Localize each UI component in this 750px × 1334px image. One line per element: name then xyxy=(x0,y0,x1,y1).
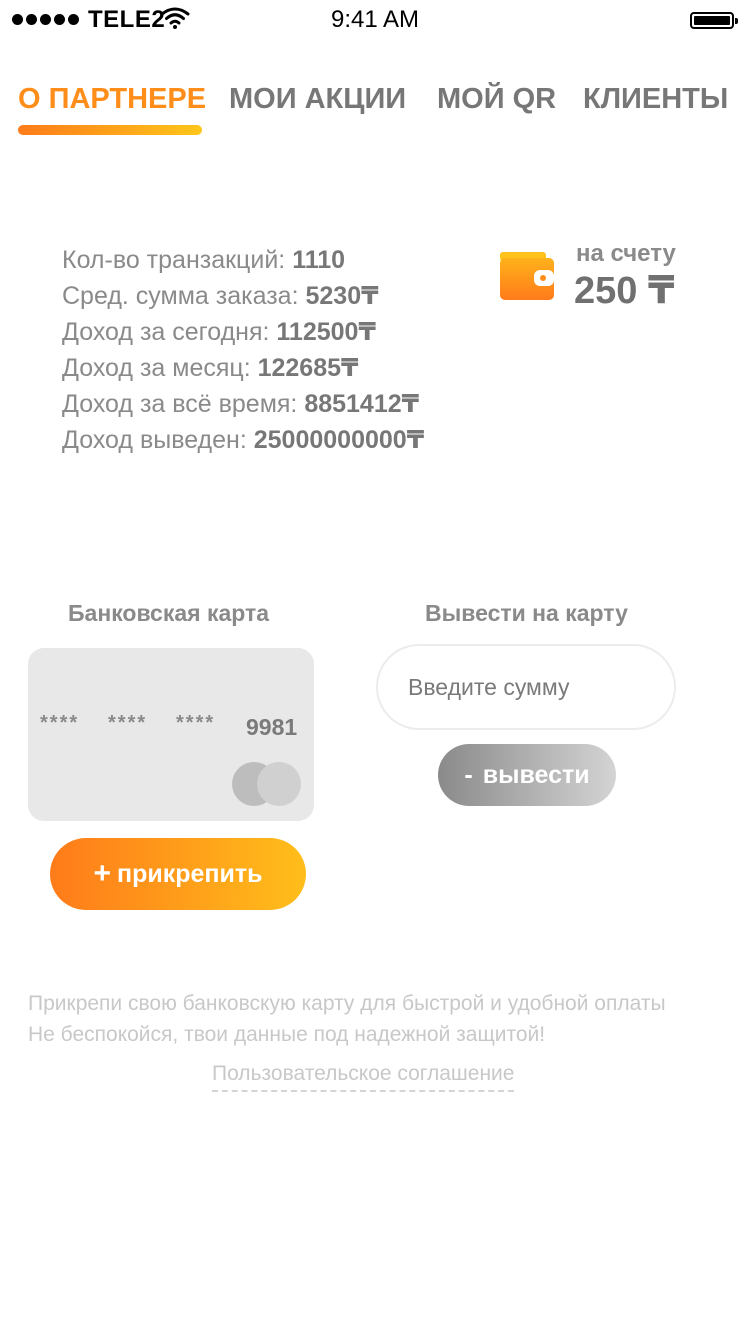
stat-income-all-time: Доход за всё время: 8851412₸ xyxy=(62,390,420,418)
card-last-digits: 9981 xyxy=(246,714,298,740)
card-number-group: **** xyxy=(40,712,80,734)
amount-input[interactable] xyxy=(376,644,676,730)
balance-value: 250 ₸ xyxy=(574,270,675,312)
withdraw-label: вывести xyxy=(482,760,590,789)
withdraw-title: Вывести на карту xyxy=(425,600,628,626)
plus-icon: + xyxy=(93,857,111,890)
partner-stats: Кол-во транзакций: 1110 Сред. сумма зака… xyxy=(62,242,424,458)
stat-average-order: Сред. сумма заказа: 5230₸ xyxy=(62,282,379,310)
minus-icon: - xyxy=(464,760,473,789)
security-note-line: Прикрепи свою банковскую карту для быстр… xyxy=(28,992,666,1015)
user-agreement-link[interactable]: Пользовательское соглашение xyxy=(212,1062,515,1092)
clock: 9:41 AM xyxy=(330,6,420,33)
tab-my-qr[interactable]: МОЙ QR xyxy=(437,83,556,116)
battery-icon xyxy=(690,12,738,29)
stat-income-today: Доход за сегодня: 112500₸ xyxy=(62,318,376,346)
wallet-icon xyxy=(500,252,554,300)
security-note-line: Не беспокойся, твои данные под надежной … xyxy=(28,1023,546,1046)
stat-income-withdrawn: Доход выведен: 25000000000₸ xyxy=(62,426,425,454)
tab-my-promotions[interactable]: МОИ АКЦИИ xyxy=(229,83,406,116)
card-number-group: **** xyxy=(108,712,148,734)
balance-label: на счету xyxy=(576,240,676,267)
tab-clients[interactable]: КЛИЕНТЫ xyxy=(583,83,728,116)
card-network-icon xyxy=(257,762,301,806)
tab-about-partner[interactable]: О ПАРТНЕРЕ xyxy=(18,83,206,116)
active-tab-indicator xyxy=(18,125,202,135)
withdraw-button[interactable]: - вывести xyxy=(438,744,616,806)
stat-transactions-count: Кол-во транзакций: 1110 xyxy=(62,246,346,274)
stat-income-month: Доход за месяц: 122685₸ xyxy=(62,354,359,382)
attach-card-label: прикрепить xyxy=(117,859,263,888)
attach-card-button[interactable]: + прикрепить xyxy=(50,838,306,910)
status-bar: TELE2 9:41 AM xyxy=(0,0,750,40)
card-number-group: **** xyxy=(176,712,216,734)
security-note: Прикрепи свою банковскую карту для быстр… xyxy=(28,988,666,1050)
bank-card-title: Банковская карта xyxy=(68,600,270,626)
